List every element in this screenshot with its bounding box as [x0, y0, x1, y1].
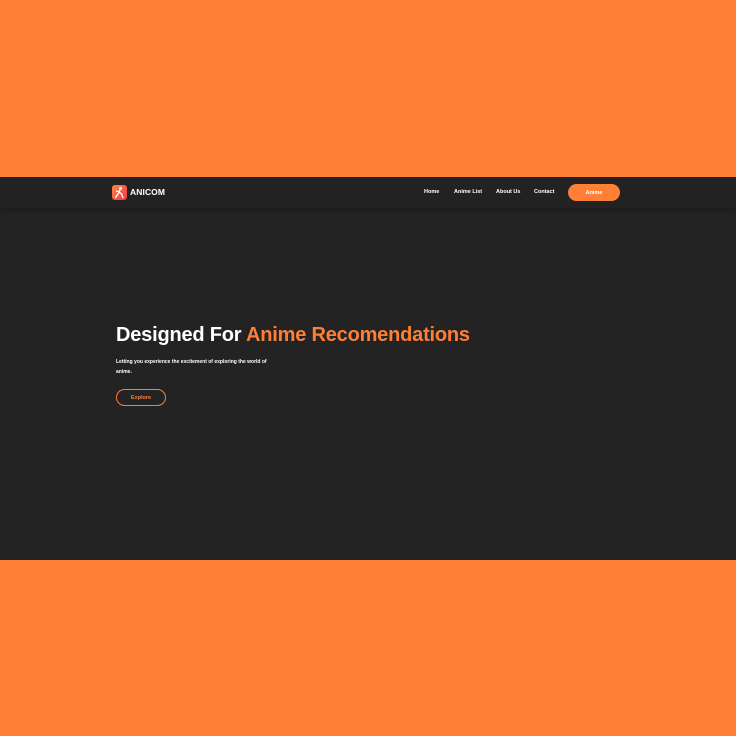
nav-link-about-us[interactable]: About Us [496, 187, 520, 197]
nav-link-anime-list[interactable]: Anime List [454, 187, 482, 197]
anime-button[interactable]: Anime [568, 184, 620, 201]
hero-title-lead: Designed For [116, 324, 247, 346]
navbar: ANICOM Home Anime List About Us Contact … [0, 177, 736, 208]
website-frame: ANICOM Home Anime List About Us Contact … [0, 177, 736, 560]
hero-title-accent: Anime Recomendations [246, 324, 470, 346]
hero-description: Letting you experience the excitement of… [116, 359, 267, 375]
nav-menu: Home Anime List About Us Contact [0, 177, 736, 208]
nav-link-home[interactable]: Home [424, 187, 439, 197]
explore-button[interactable]: Explore [116, 389, 166, 406]
hero-title: Designed For Anime Recomendations [116, 324, 470, 347]
nav-link-contact[interactable]: Contact [534, 187, 554, 197]
